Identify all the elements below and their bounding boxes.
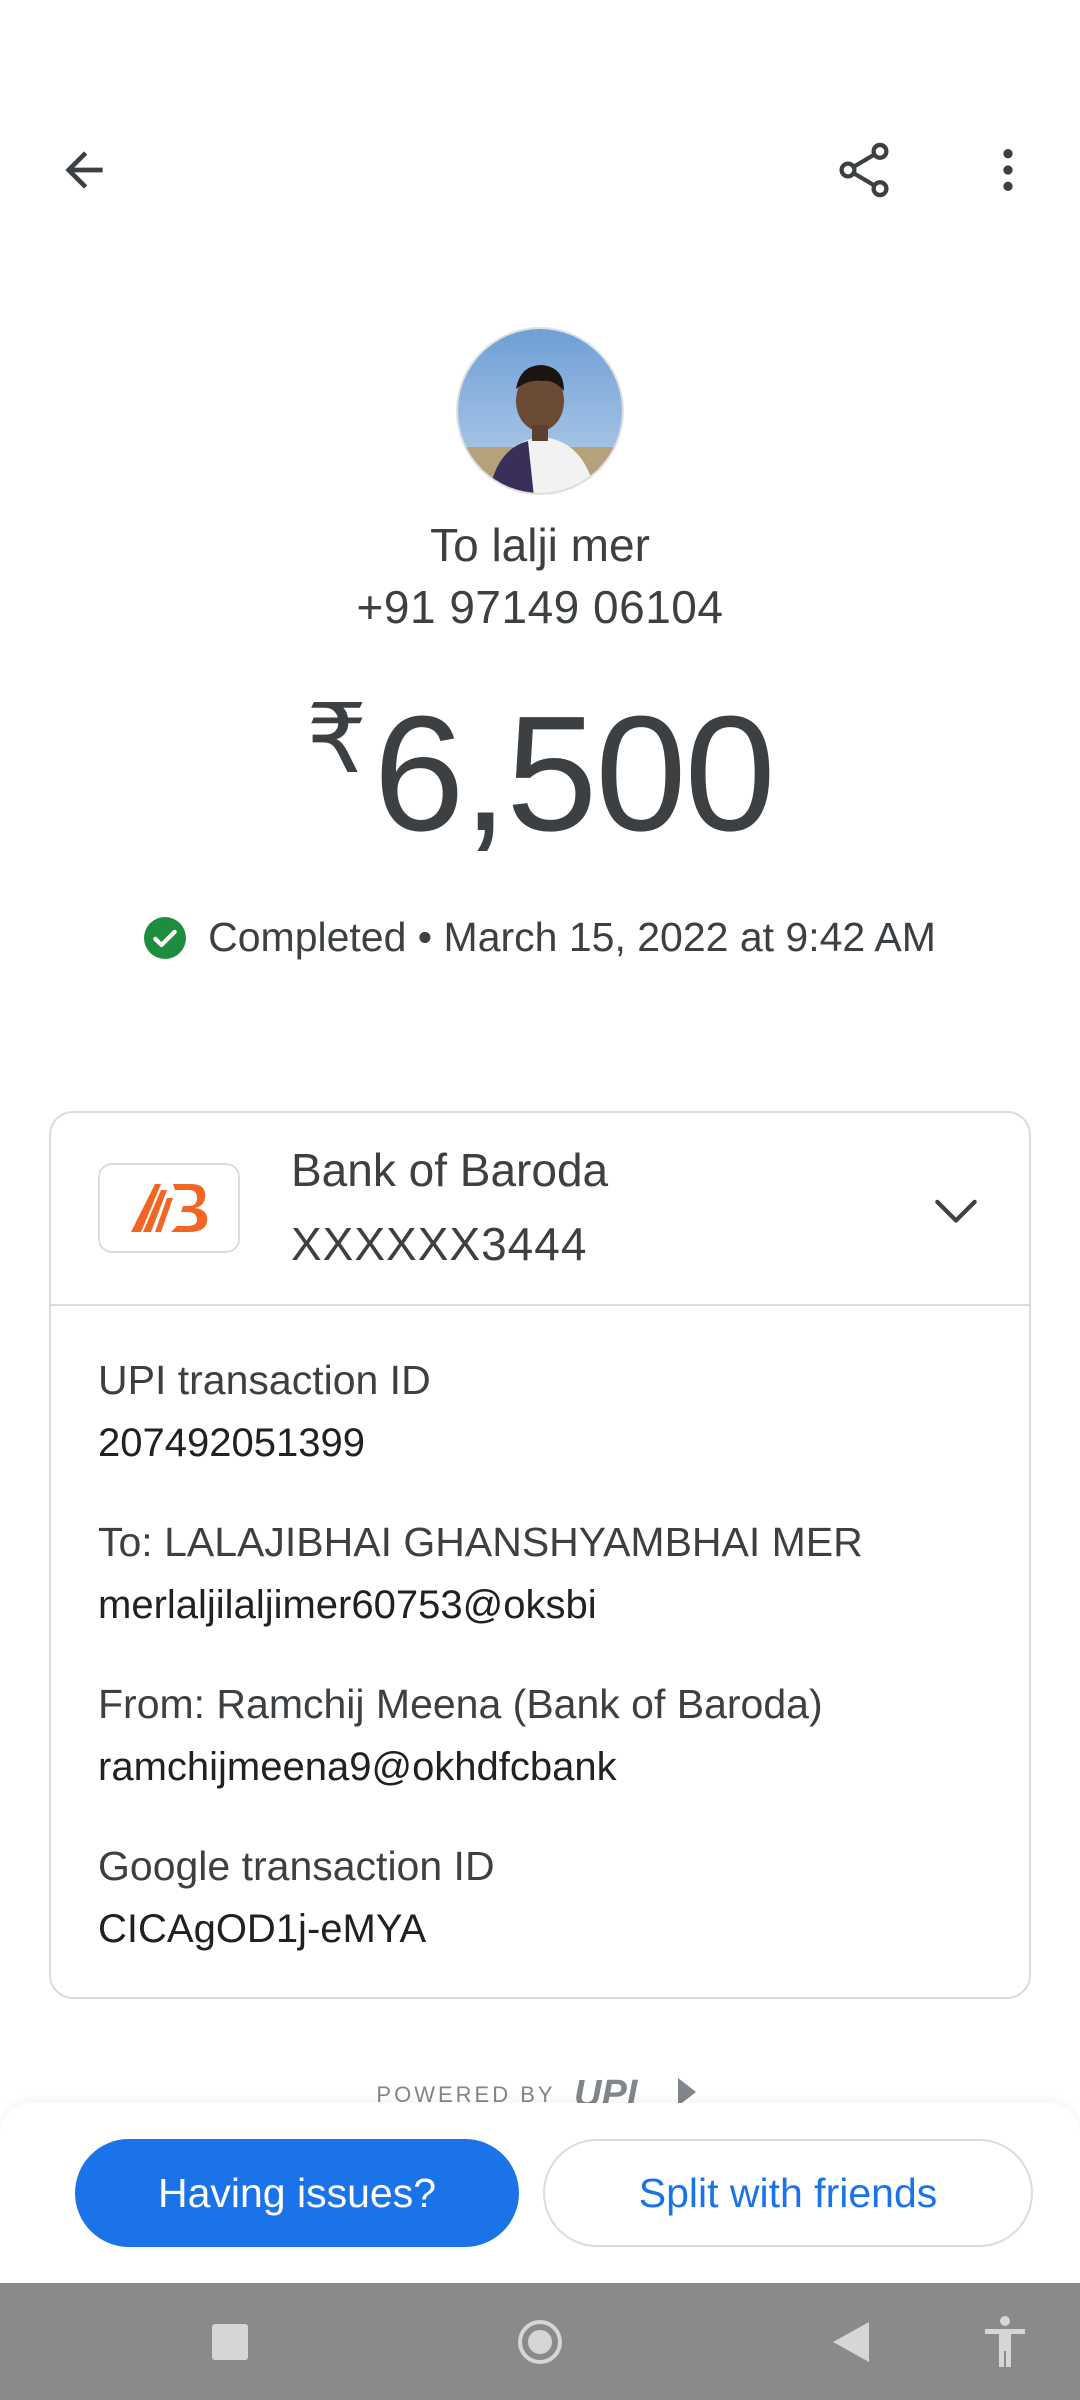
to-upi-id: merlaljilaljimer60753@oksbi [98,1583,597,1627]
action-sheet: Having issues? Split with friends [0,2103,1080,2283]
having-issues-button[interactable]: Having issues? [75,2139,519,2247]
status-text: Completed • March 15, 2022 at 9:42 AM [208,914,936,960]
circle-icon [518,2319,562,2364]
more-options-button[interactable] [960,122,1056,218]
arrow-left-icon [65,151,103,189]
recents-button[interactable] [190,2283,270,2400]
split-with-friends-button[interactable]: Split with friends [543,2139,1033,2247]
google-transaction-id-label: Google transaction ID [98,1843,495,1889]
home-button[interactable] [500,2283,580,2400]
profile-photo [458,329,622,493]
expand-button[interactable] [921,1175,991,1245]
share-button[interactable] [816,122,912,218]
transaction-status: Completed • March 15, 2022 at 9:42 AM [0,914,1080,961]
bank-of-baroda-logo [131,1184,208,1232]
amount: ₹6,500 [0,680,1080,868]
bank-logo [98,1163,240,1253]
share-icon [839,142,889,198]
accessibility-icon [985,2315,1025,2367]
account-number: XXXXXX3444 [291,1218,588,1270]
amount-value: 6,500 [373,682,775,865]
more-vert-icon [1003,149,1013,191]
from-upi-id: ramchijmeena9@okhdfcbank [98,1745,617,1789]
back-button[interactable] [36,122,132,218]
system-back-button[interactable] [810,2283,890,2400]
accessibility-button[interactable] [965,2283,1045,2400]
bank-account-row[interactable]: Bank of Baroda XXXXXX3444 [51,1113,1029,1306]
recipient-phone: +91 97149 06104 [356,581,724,633]
avatar [456,327,624,495]
recipient-name: To lalji mer [430,519,650,571]
upi-transaction-id-label: UPI transaction ID [98,1357,431,1403]
upi-transaction-id-value: 207492051399 [98,1421,365,1465]
system-navigation-bar [0,2283,1080,2400]
square-icon [212,2323,248,2360]
google-transaction-id-value: CICAgOD1j-eMYA [98,1907,427,1951]
to-label: To: LALAJIBHAI GHANSHYAMBHAI MER [98,1519,863,1565]
transaction-details-card: Bank of Baroda XXXXXX3444 UPI transactio… [49,1111,1031,1999]
currency-symbol: ₹ [306,686,368,793]
from-label: From: Ramchij Meena (Bank of Baroda) [98,1681,823,1727]
triangle-back-icon [833,2321,869,2362]
bank-name: Bank of Baroda [291,1144,609,1196]
check-circle-icon [144,916,187,959]
chevron-down-icon [935,1199,977,1223]
